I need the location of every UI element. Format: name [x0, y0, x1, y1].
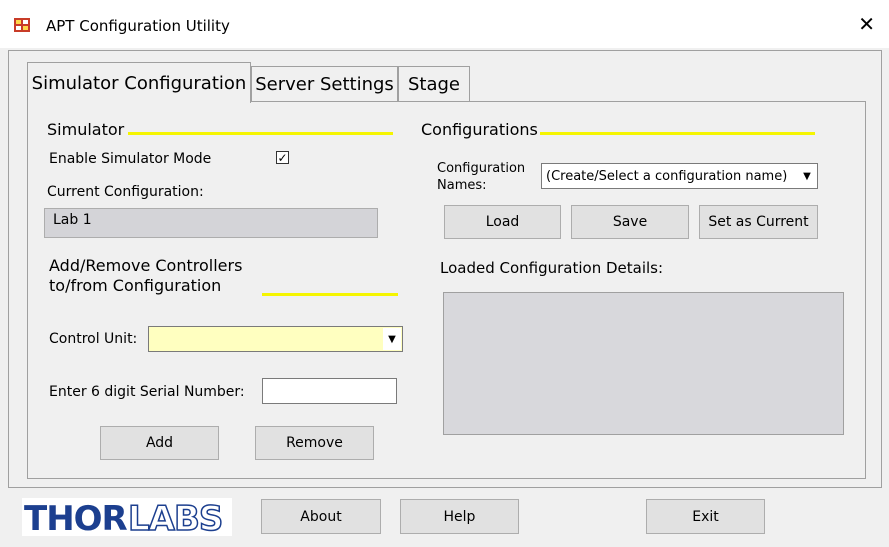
save-button[interactable]: Save [571, 205, 689, 239]
logo-text-labs: LABS [128, 499, 222, 536]
exit-button[interactable]: Exit [646, 499, 765, 534]
tab-server-settings[interactable]: Server Settings [251, 66, 398, 102]
window-title: APT Configuration Utility [46, 17, 230, 35]
thorlabs-logo: THOR LABS [22, 498, 232, 536]
remove-button[interactable]: Remove [255, 426, 374, 460]
help-button[interactable]: Help [400, 499, 519, 534]
configuration-names-dropdown[interactable]: (Create/Select a configuration name) ▼ [541, 163, 818, 189]
configurations-heading-underline [540, 132, 815, 135]
close-icon[interactable]: ✕ [858, 12, 875, 36]
set-as-current-button[interactable]: Set as Current [699, 205, 818, 239]
controllers-heading-underline [262, 293, 398, 296]
checkmark-icon: ✓ [277, 150, 288, 165]
enable-simulator-label: Enable Simulator Mode [49, 151, 212, 167]
tab-stage[interactable]: Stage [398, 66, 470, 102]
tab-label: Stage [407, 74, 460, 95]
title-bar: APT Configuration Utility ✕ [0, 0, 889, 48]
configuration-names-value: (Create/Select a configuration name) [546, 169, 788, 184]
tab-simulator-configuration[interactable]: Simulator Configuration [27, 62, 251, 103]
configurations-heading: Configurations [421, 120, 538, 139]
simulator-heading-underline [128, 132, 393, 135]
current-configuration-field: Lab 1 [44, 208, 378, 238]
control-unit-dropdown[interactable]: ▼ [148, 326, 403, 352]
logo-text-thor: THOR [24, 499, 128, 536]
app-icon [14, 18, 30, 32]
chevron-down-icon[interactable]: ▼ [383, 328, 401, 350]
chevron-down-icon[interactable]: ▼ [798, 165, 816, 187]
configuration-names-label-line2: Names: [437, 178, 487, 193]
add-button[interactable]: Add [100, 426, 219, 460]
serial-number-input[interactable] [262, 378, 397, 404]
configuration-names-label-line1: Configuration [437, 161, 526, 176]
controllers-heading-line2: to/from Configuration [49, 276, 222, 295]
control-unit-label: Control Unit: [49, 331, 138, 347]
enable-simulator-checkbox[interactable]: ✓ [276, 151, 289, 164]
controllers-heading-line1: Add/Remove Controllers [49, 256, 243, 275]
tab-label: Server Settings [255, 74, 394, 95]
simulator-heading: Simulator [47, 120, 125, 139]
serial-number-label: Enter 6 digit Serial Number: [49, 384, 245, 400]
about-button[interactable]: About [261, 499, 381, 534]
load-button[interactable]: Load [444, 205, 561, 239]
current-configuration-label: Current Configuration: [47, 184, 204, 200]
loaded-details-box [443, 292, 844, 435]
tab-label: Simulator Configuration [31, 72, 247, 94]
loaded-details-label: Loaded Configuration Details: [440, 259, 664, 277]
